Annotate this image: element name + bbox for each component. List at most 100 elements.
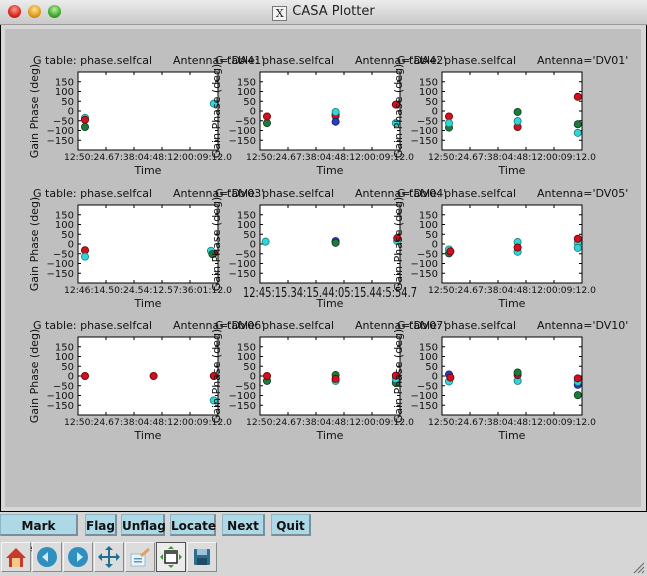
unflag-button[interactable]: Unflag	[121, 514, 166, 536]
data-point-red	[81, 371, 90, 380]
quit-button[interactable]: Quit	[271, 514, 311, 536]
x-tick-labels: 12:50:24.67:38:04:48:12:00:09:12.0	[428, 418, 596, 428]
subplots-button[interactable]	[156, 542, 186, 572]
home-button[interactable]	[1, 542, 31, 572]
save-icon	[194, 549, 210, 565]
axes-frame	[441, 336, 583, 416]
subplots-icon	[160, 546, 182, 568]
subplot-3: G table: phase.selfcal Antenna='DV01'1501…	[392, 54, 628, 177]
forward-button[interactable]	[63, 542, 93, 572]
plot-canvas-frame: G table: phase.selfcal Antenna='DA41' 150 1…	[0, 25, 647, 512]
y-tick-label: −150	[411, 269, 438, 280]
x-axis-label: Time	[316, 429, 344, 442]
forward-icon	[68, 547, 88, 567]
subplot-title-left: G table: phase.selfcal	[33, 187, 152, 200]
subplot-2: G table: phase.selfcal Antenna='DA42'1501…	[210, 54, 446, 177]
subplot-title-left: G table: phase.selfcal	[215, 54, 334, 67]
flag-button[interactable]: Flag	[85, 514, 117, 536]
y-axis-label: Gain Phase (deg)	[28, 329, 41, 423]
zoom-rect-icon	[130, 547, 150, 567]
axes-frame	[77, 204, 219, 284]
axes-frame	[259, 204, 401, 284]
subplot-4: G table: phase.selfcal Antenna='DV03'1501…	[28, 187, 264, 310]
y-axis-label: Gain Phase (deg)	[210, 64, 223, 158]
axes-frame	[259, 336, 401, 416]
data-point-red	[446, 247, 455, 256]
zoom-rect-button[interactable]	[125, 542, 155, 572]
data-point-green	[513, 368, 522, 377]
y-tick-label: −150	[411, 401, 438, 412]
x-tick-labels: 12:50:24.67:38:04:48:12:00:09:12.0	[64, 418, 232, 428]
data-point-cyan	[261, 237, 270, 246]
locate-button[interactable]: Locate	[170, 514, 216, 536]
data-point-cyan	[573, 243, 582, 252]
data-point-red	[573, 374, 582, 383]
x-axis-label: Time	[134, 297, 162, 310]
axes-frame	[441, 71, 583, 151]
x11-icon: X	[272, 6, 288, 21]
save-button[interactable]	[187, 542, 217, 572]
subplot-title-right: Antenna='DV05'	[537, 187, 628, 200]
window-title: X CASA Plotter	[0, 4, 647, 21]
data-point-blue	[331, 117, 340, 126]
x-tick-labels: 12:50:24.67:38:04:48:12:00:09:12.0	[428, 153, 596, 163]
subplot-title-left: G table: phase.selfcal	[215, 319, 334, 332]
data-point-red	[149, 371, 158, 380]
data-point-green	[331, 238, 340, 247]
data-point-cyan	[573, 128, 582, 137]
y-tick-label: −150	[229, 269, 256, 280]
data-point-red	[262, 112, 271, 121]
back-icon	[37, 547, 57, 567]
subplot-6: G table: phase.selfcal Antenna='DV05'1501…	[392, 187, 628, 310]
subplot-title-right: Antenna='DV01'	[537, 54, 628, 67]
x-tick-labels: 12:50:24.67:38:04:48:12:00:09:12.0	[246, 153, 414, 163]
x-axis-label: Time	[498, 164, 526, 177]
subplot-1: G table: phase.selfcal Antenna='DA41'1501…	[28, 54, 264, 177]
x-axis-label: Time	[316, 164, 344, 177]
y-tick-label: −150	[411, 136, 438, 147]
x-tick-labels: 12:50:24.67:38:04:48:12:00:09:12.0	[428, 286, 596, 296]
window-title-text: CASA Plotter	[292, 4, 375, 19]
subplot-title-right: Antenna='DV10'	[537, 319, 628, 332]
plots-svg[interactable]: G table: phase.selfcal Antenna='DA41'1501…	[5, 29, 641, 507]
data-point-red	[262, 371, 271, 380]
x-tick-labels: 12:50:24.67:38:04:48:12:00:09:12.0	[246, 418, 414, 428]
data-point-red	[331, 374, 340, 383]
y-axis-label: Gain Phase (deg)	[28, 64, 41, 158]
data-point-red	[444, 112, 453, 121]
x-tick-labels: 12:46:14.50:24.54:12.57:36:01:12.0	[64, 286, 232, 296]
x-axis-label: Time	[498, 429, 526, 442]
subplot-title-left: G table: phase.selfcal	[397, 54, 516, 67]
y-tick-label: −150	[47, 401, 74, 412]
subplot-title-left: G table: phase.selfcal	[397, 187, 516, 200]
subplot-title-left: G table: phase.selfcal	[397, 319, 516, 332]
data-point-green	[81, 122, 90, 131]
data-point-cyan	[444, 119, 453, 128]
figure-canvas[interactable]: G table: phase.selfcal Antenna='DA41' 150 1…	[5, 29, 641, 507]
axes-frame	[77, 336, 219, 416]
resize-grip-icon[interactable]	[631, 560, 645, 574]
next-button[interactable]: Next	[222, 514, 265, 536]
subplot-7: G table: phase.selfcal Antenna='DV06'1501…	[28, 319, 264, 442]
subplot-title-left: G table: phase.selfcal	[33, 319, 152, 332]
pan-button[interactable]	[94, 542, 124, 572]
mark-region-button[interactable]: Mark Region	[0, 514, 78, 555]
data-point-red	[81, 115, 90, 124]
data-point-green	[573, 120, 582, 129]
data-point-green	[573, 391, 582, 400]
data-point-green	[262, 119, 271, 128]
x-axis-label: Time	[134, 164, 162, 177]
data-point-cyan	[81, 252, 90, 261]
y-axis-label: Gain Phase (deg)	[210, 329, 223, 423]
x-tick-labels: 12:50:24.67:38:04:48:12:00:09:12.0	[64, 153, 232, 163]
data-point-cyan	[513, 117, 522, 126]
axes-frame	[259, 71, 401, 151]
back-button[interactable]	[32, 542, 62, 572]
data-point-red	[573, 234, 582, 243]
subplot-8: G table: phase.selfcal Antenna='DV07'1501…	[210, 319, 446, 442]
y-axis-label: Gain Phase (deg)	[392, 197, 405, 291]
data-point-red	[513, 243, 522, 252]
y-axis-label: Gain Phase (deg)	[210, 197, 223, 291]
axes-frame	[77, 71, 219, 151]
axes-frame	[441, 204, 583, 284]
